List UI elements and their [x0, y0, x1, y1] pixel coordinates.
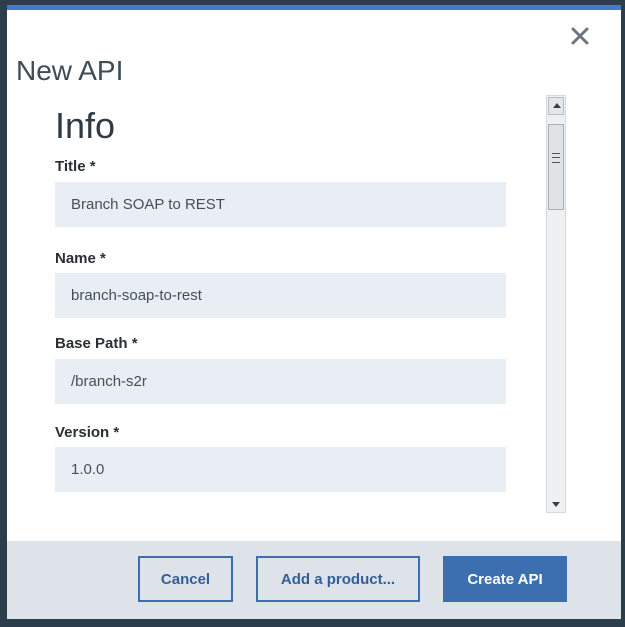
- title-label: Title *: [55, 158, 96, 175]
- close-icon[interactable]: [569, 25, 591, 47]
- base-path-label: Base Path *: [55, 335, 138, 352]
- version-field[interactable]: [55, 447, 506, 492]
- scroll-up-arrow-icon[interactable]: [548, 97, 564, 115]
- dialog-accent-bar: [7, 5, 621, 10]
- dialog-title: New API: [16, 55, 124, 86]
- cancel-button[interactable]: Cancel: [138, 556, 233, 602]
- dialog-footer: Cancel Add a product... Create API: [7, 541, 621, 619]
- create-api-button[interactable]: Create API: [443, 556, 567, 602]
- add-product-button[interactable]: Add a product...: [256, 556, 420, 602]
- info-form: Info Title * Name * Base Path * Version …: [7, 95, 567, 515]
- grip-icon: [552, 153, 560, 163]
- form-scrollbar[interactable]: [546, 95, 566, 513]
- title-field[interactable]: [55, 182, 506, 227]
- scrollbar-thumb[interactable]: [548, 124, 564, 210]
- name-label: Name *: [55, 250, 106, 267]
- new-api-dialog: New API Info Title * Name * Base Path * …: [7, 5, 621, 619]
- section-title: Info: [55, 105, 116, 146]
- name-field[interactable]: [55, 273, 506, 318]
- base-path-field[interactable]: [55, 359, 506, 404]
- version-label: Version *: [55, 424, 120, 441]
- scroll-down-arrow-icon[interactable]: [552, 502, 560, 507]
